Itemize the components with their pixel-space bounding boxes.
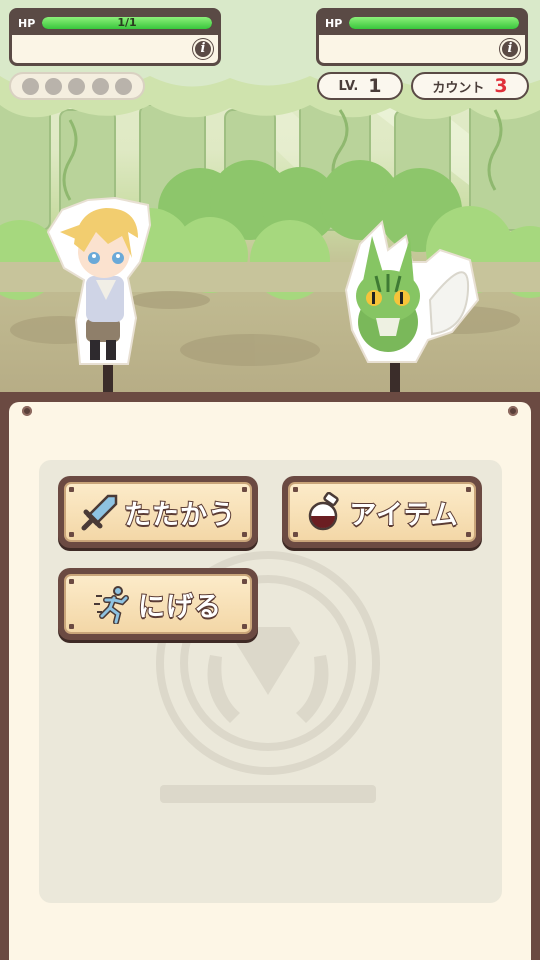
turn-dot [68,77,86,95]
item-button[interactable]: アイテム [282,476,482,548]
corner-deco [242,532,247,537]
turn-dot [22,77,40,95]
enemy-hp-fill [349,17,519,29]
corner-deco [242,624,247,629]
count-label: カウント [432,80,485,96]
escape-label: にげる [137,591,222,624]
sword-icon [81,494,118,531]
enemy-hp-panel: HP i [316,8,528,66]
corner-deco [466,487,471,492]
battle-scene: HP 1/1 i HP i LV. 1 カウント 3 [0,0,540,392]
rivet [508,406,518,416]
enemy-level-pill: LV. 1 [317,72,403,100]
corner-deco [69,624,74,629]
turn-dot [45,77,63,95]
item-label: アイテム [348,499,459,532]
corner-deco [69,579,74,584]
fight-button-face: たたかう [64,482,252,542]
corner-deco [69,487,74,492]
corner-deco [242,579,247,584]
fight-label: たたかう [123,499,236,532]
turn-dot [91,77,109,95]
rivet [22,406,32,416]
corner-deco [69,532,74,537]
player-hp-text: 1/1 [117,17,137,29]
player-hp-bar: 1/1 [42,17,212,29]
escape-button[interactable]: にげる [58,568,258,640]
corner-deco [293,532,298,537]
count-value: 3 [494,75,508,97]
item-button-face: アイテム [288,482,476,542]
player-hp-panel: HP 1/1 i [9,8,221,66]
enemy-count-pill: カウント 3 [411,72,529,100]
potion-icon [309,492,340,531]
enemy-info-icon[interactable]: i [500,39,520,59]
enemy-hp-label: HP [325,16,343,30]
player-hp-label: HP [18,16,36,30]
corner-deco [466,532,471,537]
turn-dots [9,72,145,100]
corner-deco [293,487,298,492]
level-label: LV. [338,78,359,94]
corner-deco [242,487,247,492]
fight-button[interactable]: たたかう [58,476,258,548]
turn-dot [114,77,132,95]
enemy-hp-bar [349,17,519,29]
escape-button-face: にげる [64,574,252,634]
player-info-icon[interactable]: i [193,39,213,59]
level-value: 1 [368,75,382,97]
running-man-icon [94,586,129,624]
